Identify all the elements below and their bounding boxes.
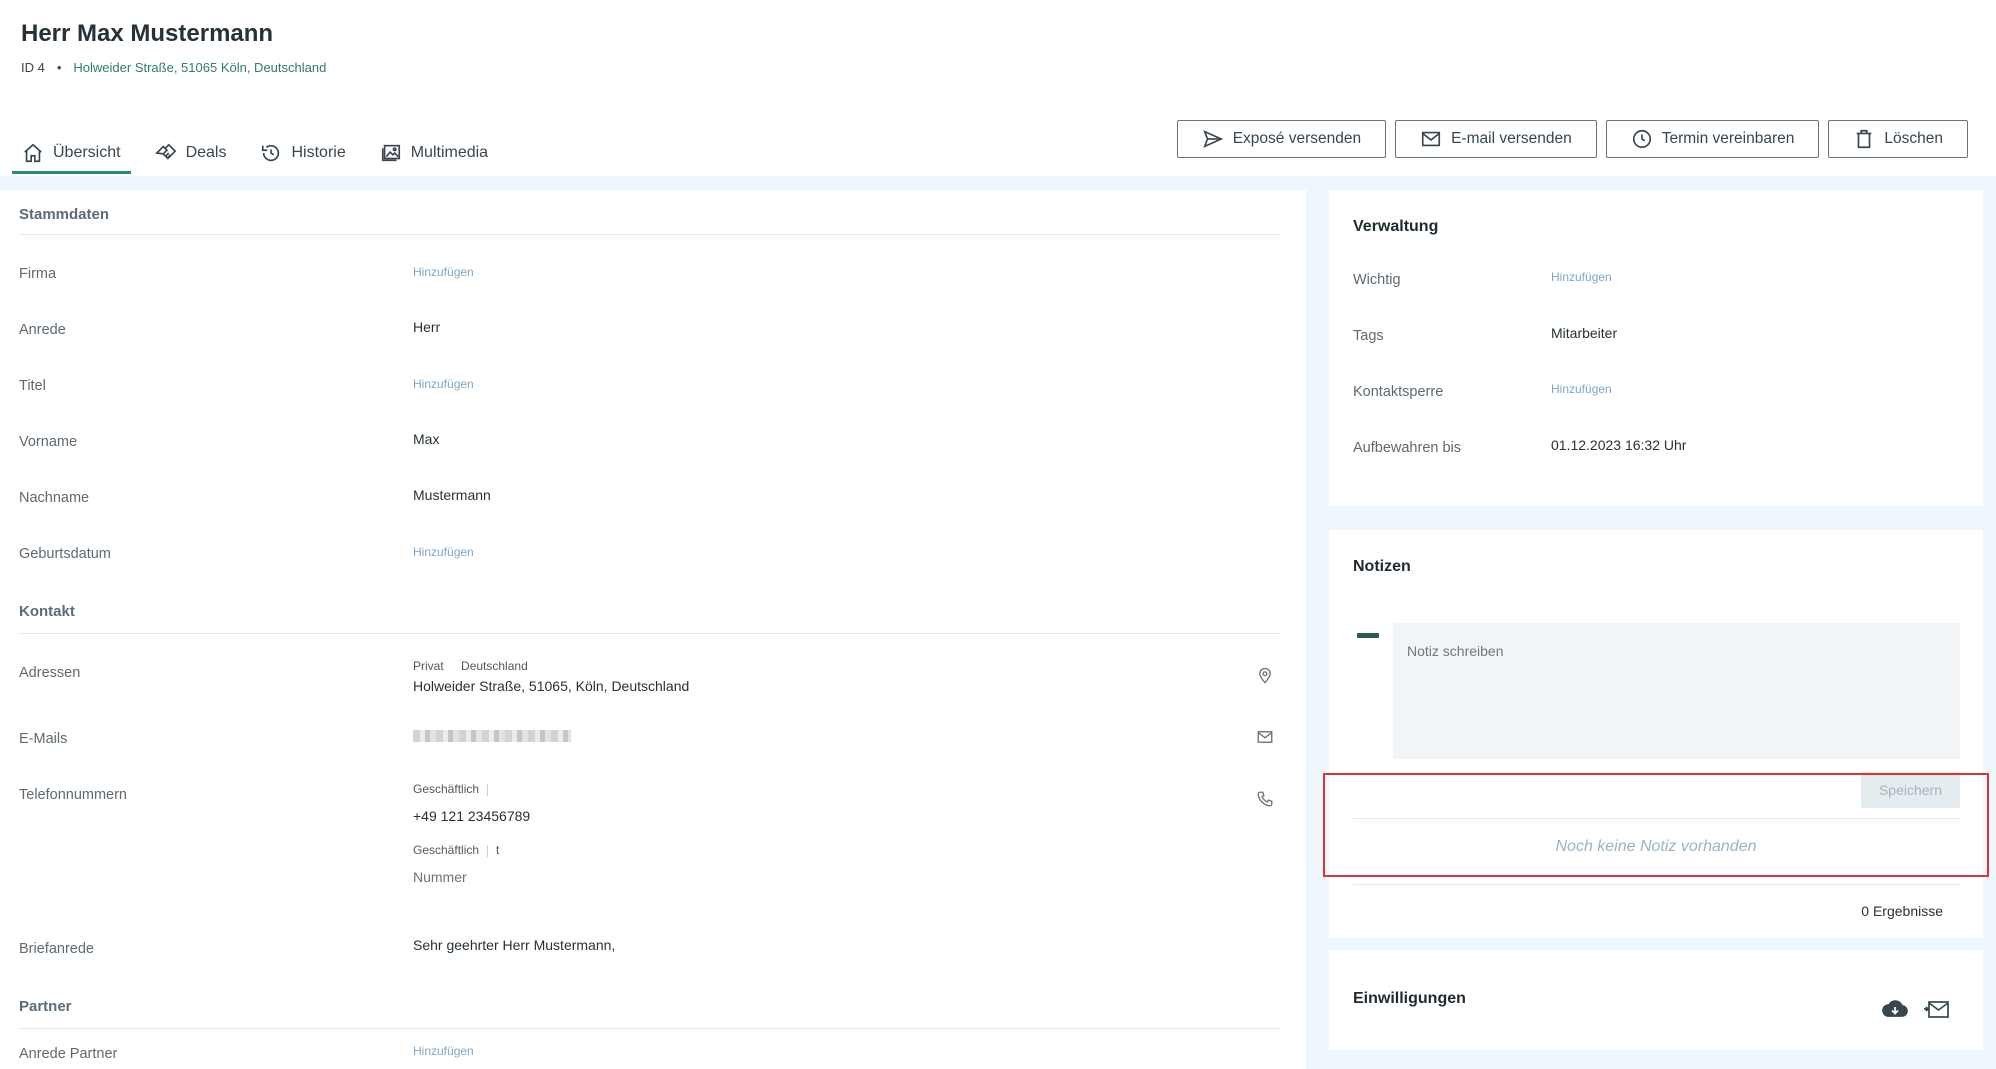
page-header: Herr Max Mustermann ID 4 • Holweider Str… xyxy=(0,0,1996,176)
divider xyxy=(1353,884,1960,885)
avatar xyxy=(1357,633,1379,638)
history-icon xyxy=(262,144,280,162)
delete-button[interactable]: Löschen xyxy=(1828,120,1968,158)
add-wichtig-link[interactable]: Hinzufügen xyxy=(1551,270,1612,284)
field-label-telefonnummern: Telefonnummern xyxy=(19,787,127,803)
field-value-tags[interactable]: Mitarbeiter xyxy=(1551,325,1617,341)
tab-label: Deals xyxy=(185,144,227,161)
add-firma-link[interactable]: Hinzufügen xyxy=(413,265,474,279)
field-label-titel: Titel xyxy=(19,378,46,394)
phone-type: Geschäftlich xyxy=(413,782,480,796)
phone-value: +49 121 23456789 xyxy=(413,808,531,824)
field-label-geburtsdatum: Geburtsdatum xyxy=(19,546,111,562)
address-type: Privat xyxy=(413,659,444,673)
mail-send-icon[interactable] xyxy=(1923,999,1951,1021)
email-value-redacted[interactable] xyxy=(413,730,571,742)
divider xyxy=(19,633,1281,634)
location-pin-icon[interactable] xyxy=(1256,667,1274,685)
field-label-briefanrede: Briefanrede xyxy=(19,941,94,957)
tab-uebersicht[interactable]: Übersicht xyxy=(12,132,131,174)
field-label-wichtig: Wichtig xyxy=(1353,272,1401,288)
tab-label: Übersicht xyxy=(53,144,121,161)
page-title: Herr Max Mustermann xyxy=(21,20,274,47)
card-title-notizen: Notizen xyxy=(1353,558,1411,575)
card-title-verwaltung: Verwaltung xyxy=(1353,218,1439,235)
field-value-vorname[interactable]: Max xyxy=(413,431,439,447)
tab-bar: Übersicht Deals Historie Multimedia xyxy=(12,132,512,174)
phone-number-placeholder: Nummer xyxy=(413,869,467,885)
save-note-button[interactable]: Speichern xyxy=(1861,772,1960,808)
separator xyxy=(487,783,489,796)
send-expose-button[interactable]: Exposé versenden xyxy=(1176,120,1387,158)
add-geburtsdatum-link[interactable]: Hinzufügen xyxy=(413,545,474,559)
add-kontaktsperre-link[interactable]: Hinzufügen xyxy=(1551,382,1612,396)
section-title-stammdaten: Stammdaten xyxy=(19,206,110,223)
address-value: Holweider Straße, 51065, Köln, Deutschla… xyxy=(413,678,690,694)
field-label-aufbewahren: Aufbewahren bis xyxy=(1353,440,1462,456)
field-value-anrede[interactable]: Herr xyxy=(413,319,440,335)
send-icon xyxy=(1202,130,1223,148)
cloud-download-icon[interactable] xyxy=(1881,997,1909,1021)
button-label: Termin vereinbaren xyxy=(1661,130,1795,147)
field-label-vorname: Vorname xyxy=(19,434,78,450)
address-country: Deutschland xyxy=(461,659,528,673)
empty-notes-message: Noch keine Notiz vorhanden xyxy=(1555,838,1757,855)
clock-icon xyxy=(1632,129,1651,149)
button-label: Exposé versenden xyxy=(1232,130,1362,147)
separator-dot: • xyxy=(56,60,62,75)
add-anrede-partner-link[interactable]: Hinzufügen xyxy=(413,1044,474,1058)
images-icon xyxy=(381,144,400,162)
tab-deals[interactable]: Deals xyxy=(145,132,237,174)
phone-entry-2[interactable]: Geschäftlich t Nummer xyxy=(413,843,499,885)
tab-label: Historie xyxy=(291,144,346,161)
mail-icon[interactable] xyxy=(1256,728,1274,746)
address-entry[interactable]: Privat Deutschland Holweider Straße, 510… xyxy=(413,659,689,694)
contact-subline: ID 4 • Holweider Straße, 51065 Köln, Deu… xyxy=(21,60,326,75)
phone-icon[interactable] xyxy=(1256,790,1274,808)
field-label-firma: Firma xyxy=(19,266,57,282)
phone-entry-1[interactable]: Geschäftlich +49 121 23456789 xyxy=(413,782,530,824)
field-label-tags: Tags xyxy=(1353,328,1384,344)
field-label-emails: E-Mails xyxy=(19,731,68,747)
verwaltung-card: Verwaltung Wichtig Hinzufügen Tags Mitar… xyxy=(1329,190,1983,506)
field-label-kontaktsperre: Kontaktsperre xyxy=(1353,384,1444,400)
trash-icon xyxy=(1857,129,1872,149)
phone-type: Geschäftlich xyxy=(413,843,480,857)
section-title-partner: Partner xyxy=(19,998,72,1015)
card-title-einwilligungen: Einwilligungen xyxy=(1353,990,1466,1007)
handshake-icon xyxy=(154,143,176,160)
divider xyxy=(1353,818,1960,819)
home-icon xyxy=(24,143,42,163)
field-value-nachname[interactable]: Mustermann xyxy=(413,487,491,503)
send-email-button[interactable]: E-mail versenden xyxy=(1395,120,1597,158)
contact-details-card: Stammdaten Firma Hinzufügen Anrede Herr … xyxy=(0,190,1306,1069)
results-count: 0 Ergebnisse xyxy=(1861,903,1943,919)
field-label-adressen: Adressen xyxy=(19,665,81,681)
section-title-kontakt: Kontakt xyxy=(19,603,75,620)
phone-extra: t xyxy=(496,843,500,857)
field-label-anrede-partner: Anrede Partner xyxy=(19,1046,118,1062)
tab-multimedia[interactable]: Multimedia xyxy=(370,132,498,174)
einwilligungen-card: Einwilligungen xyxy=(1329,950,1983,1050)
field-value-aufbewahren[interactable]: 01.12.2023 16:32 Uhr xyxy=(1551,437,1686,453)
field-label-anrede: Anrede xyxy=(19,322,66,338)
notizen-card: Notizen Speichern Noch keine Notiz vorha… xyxy=(1329,530,1983,938)
tab-historie[interactable]: Historie xyxy=(250,132,355,174)
separator xyxy=(487,844,489,857)
add-titel-link[interactable]: Hinzufügen xyxy=(413,377,474,391)
divider xyxy=(19,1028,1281,1029)
schedule-appointment-button[interactable]: Termin vereinbaren xyxy=(1605,120,1820,158)
action-toolbar: Exposé versenden E-mail versenden Termin… xyxy=(1176,120,1968,158)
tab-label: Multimedia xyxy=(410,144,489,161)
field-label-nachname: Nachname xyxy=(19,490,90,506)
field-value-briefanrede[interactable]: Sehr geehrter Herr Mustermann, xyxy=(413,937,615,953)
mail-icon xyxy=(1422,131,1441,147)
button-label: Löschen xyxy=(1884,130,1943,147)
content-area: Stammdaten Firma Hinzufügen Anrede Herr … xyxy=(0,176,1996,1069)
divider xyxy=(19,234,1281,235)
note-input[interactable] xyxy=(1393,623,1960,759)
button-label: E-mail versenden xyxy=(1451,130,1572,147)
contact-id: ID 4 xyxy=(21,60,45,75)
header-address-link[interactable]: Holweider Straße, 51065 Köln, Deutschlan… xyxy=(73,60,326,75)
